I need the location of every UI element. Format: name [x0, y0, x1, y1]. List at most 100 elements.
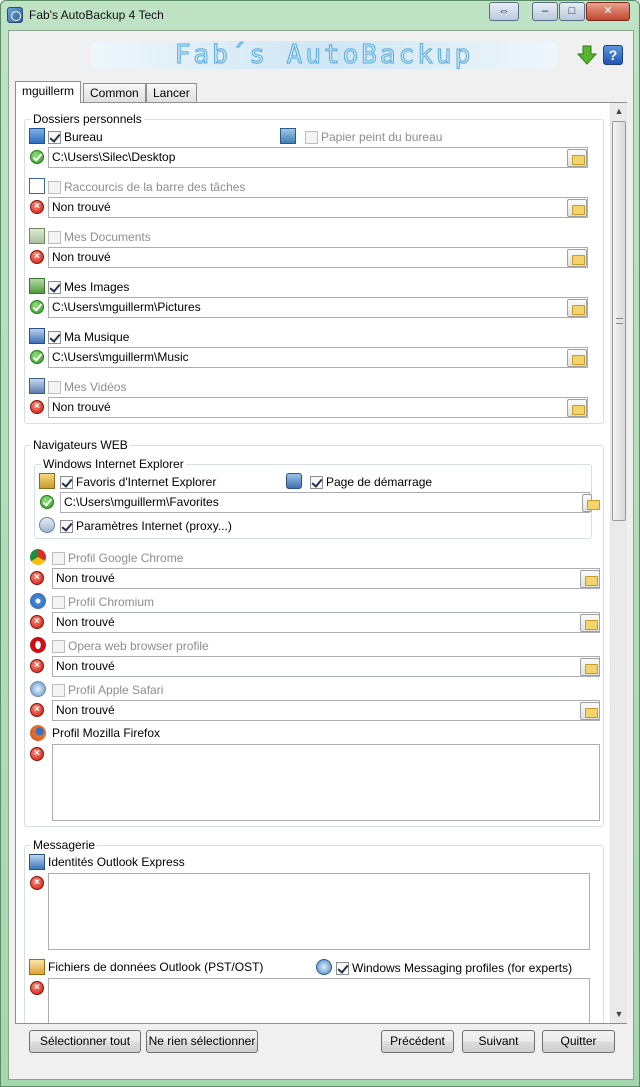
tab-page: Dossiers personnels Bureau Papier peint …: [15, 102, 627, 1024]
favorites-icon: [39, 473, 55, 489]
chromium-label: Profil Chromium: [68, 595, 155, 609]
outlook-data-icon: [29, 959, 45, 975]
browse-folder-button[interactable]: [567, 349, 587, 367]
scroll-down-arrow-icon[interactable]: ▼: [611, 1006, 627, 1023]
safari-checkbox-row[interactable]: Profil Apple Safari: [52, 682, 163, 698]
videos-path-field[interactable]: Non trouvé: [48, 397, 588, 418]
outlook-express-label: Identités Outlook Express: [48, 855, 185, 869]
pictures-checkbox[interactable]: [48, 280, 61, 294]
wallpaper-checkbox[interactable]: [305, 130, 318, 144]
tab-common[interactable]: Common: [83, 83, 146, 102]
download-arrow-icon[interactable]: [577, 45, 597, 65]
chromium-path-field[interactable]: Non trouvé: [52, 612, 600, 633]
shortcuts-checkbox-row[interactable]: Raccourcis de la barre des tâches: [48, 179, 245, 195]
browse-folder-button[interactable]: [580, 702, 600, 720]
globe-icon: [316, 959, 332, 975]
pictures-path-field[interactable]: C:\Users\mguillerm\Pictures: [48, 297, 588, 318]
restore-button[interactable]: ⇔: [489, 2, 519, 21]
firefox-profiles-list[interactable]: [52, 744, 600, 821]
browse-folder-button[interactable]: [567, 249, 587, 267]
group-legend: Dossiers personnels: [31, 112, 144, 126]
status-error-icon: ×: [30, 659, 44, 673]
internet-settings-icon: [39, 517, 55, 533]
safari-checkbox[interactable]: [52, 683, 65, 697]
ie-proxy-checkbox[interactable]: [60, 519, 73, 533]
videos-checkbox[interactable]: [48, 380, 61, 394]
select-all-button[interactable]: Sélectionner tout: [29, 1030, 141, 1053]
tab-mguillerm[interactable]: mguillerm: [15, 81, 82, 103]
documents-checkbox[interactable]: [48, 230, 61, 244]
browse-folder-button[interactable]: [567, 399, 587, 417]
desktop-icon: [29, 128, 45, 144]
select-none-button[interactable]: Ne rien sélectionner: [146, 1030, 258, 1053]
minimize-button[interactable]: –: [532, 2, 558, 21]
pictures-checkbox-row[interactable]: Mes Images: [48, 279, 129, 295]
documents-path-field[interactable]: Non trouvé: [48, 247, 588, 268]
opera-checkbox-row[interactable]: Opera web browser profile: [52, 638, 209, 654]
next-button[interactable]: Suivant: [462, 1030, 535, 1053]
chrome-path-field[interactable]: Non trouvé: [52, 568, 600, 589]
shortcuts-path-field[interactable]: Non trouvé: [48, 197, 588, 218]
quit-button[interactable]: Quitter: [542, 1030, 615, 1053]
browse-folder-button[interactable]: [567, 299, 587, 317]
group-legend: Windows Internet Explorer: [41, 457, 186, 471]
outlook-pst-label: Fichiers de données Outlook (PST/OST): [48, 960, 264, 974]
status-error-icon: ×: [30, 400, 44, 414]
safari-path-field[interactable]: Non trouvé: [52, 700, 600, 721]
wms-checkbox[interactable]: [336, 961, 349, 975]
ie-favorites-checkbox[interactable]: [60, 475, 73, 489]
bureau-path-field[interactable]: C:\Users\Silec\Desktop: [48, 147, 588, 168]
scroll-thumb[interactable]: [612, 121, 626, 521]
status-error-icon: ×: [30, 250, 44, 264]
opera-path-field[interactable]: Non trouvé: [52, 656, 600, 677]
opera-checkbox[interactable]: [52, 639, 65, 653]
ie-homepage-checkbox[interactable]: [310, 475, 323, 489]
browse-folder-button[interactable]: [580, 570, 600, 588]
maximize-button[interactable]: □: [559, 2, 585, 21]
group-legend: Navigateurs WEB: [31, 438, 130, 452]
outlook-pst-list[interactable]: [48, 978, 590, 1023]
wms-checkbox-row[interactable]: Windows Messaging profiles (for experts): [336, 960, 572, 976]
title-bar[interactable]: Fab's AutoBackup 4 Tech ⇔ – □ ✕: [1, 1, 639, 29]
client-area: Fab´s AutoBackup ? mguillerm Common Lanc…: [8, 30, 634, 1080]
chrome-checkbox-row[interactable]: Profil Google Chrome: [52, 550, 183, 566]
close-button[interactable]: ✕: [586, 2, 630, 21]
ie-favorites-path-field[interactable]: C:\Users\mguillerm\Favorites: [60, 492, 590, 513]
ie-proxy-label: Paramètres Internet (proxy...): [76, 519, 232, 533]
outlook-express-list[interactable]: [48, 873, 590, 950]
status-error-icon: ×: [30, 747, 44, 761]
help-icon[interactable]: ?: [603, 45, 623, 65]
status-error-icon: ×: [30, 876, 44, 890]
status-ok-icon: [40, 495, 54, 509]
previous-button[interactable]: Précédent: [381, 1030, 454, 1053]
videos-icon: [29, 378, 45, 394]
firefox-label: Profil Mozilla Firefox: [52, 726, 161, 740]
documents-label: Mes Documents: [64, 230, 151, 244]
music-checkbox[interactable]: [48, 330, 61, 344]
music-checkbox-row[interactable]: Ma Musique: [48, 329, 129, 345]
status-error-icon: ×: [30, 200, 44, 214]
ie-favorites-checkbox-row[interactable]: Favoris d'Internet Explorer: [60, 474, 216, 490]
browse-folder-button[interactable]: [580, 614, 600, 632]
browse-folder-button[interactable]: [567, 199, 587, 217]
documents-checkbox-row[interactable]: Mes Documents: [48, 229, 151, 245]
videos-checkbox-row[interactable]: Mes Vidéos: [48, 379, 126, 395]
shortcuts-checkbox[interactable]: [48, 180, 61, 194]
ie-homepage-checkbox-row[interactable]: Page de démarrage: [310, 474, 432, 490]
chromium-checkbox[interactable]: [52, 595, 65, 609]
browse-folder-button[interactable]: [567, 149, 587, 167]
wallpaper-icon: [280, 128, 296, 144]
tab-lancer[interactable]: Lancer: [146, 83, 197, 102]
chrome-checkbox[interactable]: [52, 551, 65, 565]
wallpaper-checkbox-row[interactable]: Papier peint du bureau: [305, 129, 442, 145]
browse-folder-button[interactable]: [582, 494, 600, 512]
bureau-checkbox-row[interactable]: Bureau: [48, 129, 103, 145]
scroll-up-arrow-icon[interactable]: ▲: [611, 103, 627, 120]
vertical-scrollbar[interactable]: ▲ ▼: [610, 103, 627, 1023]
chromium-checkbox-row[interactable]: Profil Chromium: [52, 594, 154, 610]
bureau-checkbox[interactable]: [48, 130, 61, 144]
opera-label: Opera web browser profile: [68, 639, 209, 653]
music-path-field[interactable]: C:\Users\mguillerm\Music: [48, 347, 588, 368]
browse-folder-button[interactable]: [580, 658, 600, 676]
ie-proxy-checkbox-row[interactable]: Paramètres Internet (proxy...): [60, 518, 232, 534]
